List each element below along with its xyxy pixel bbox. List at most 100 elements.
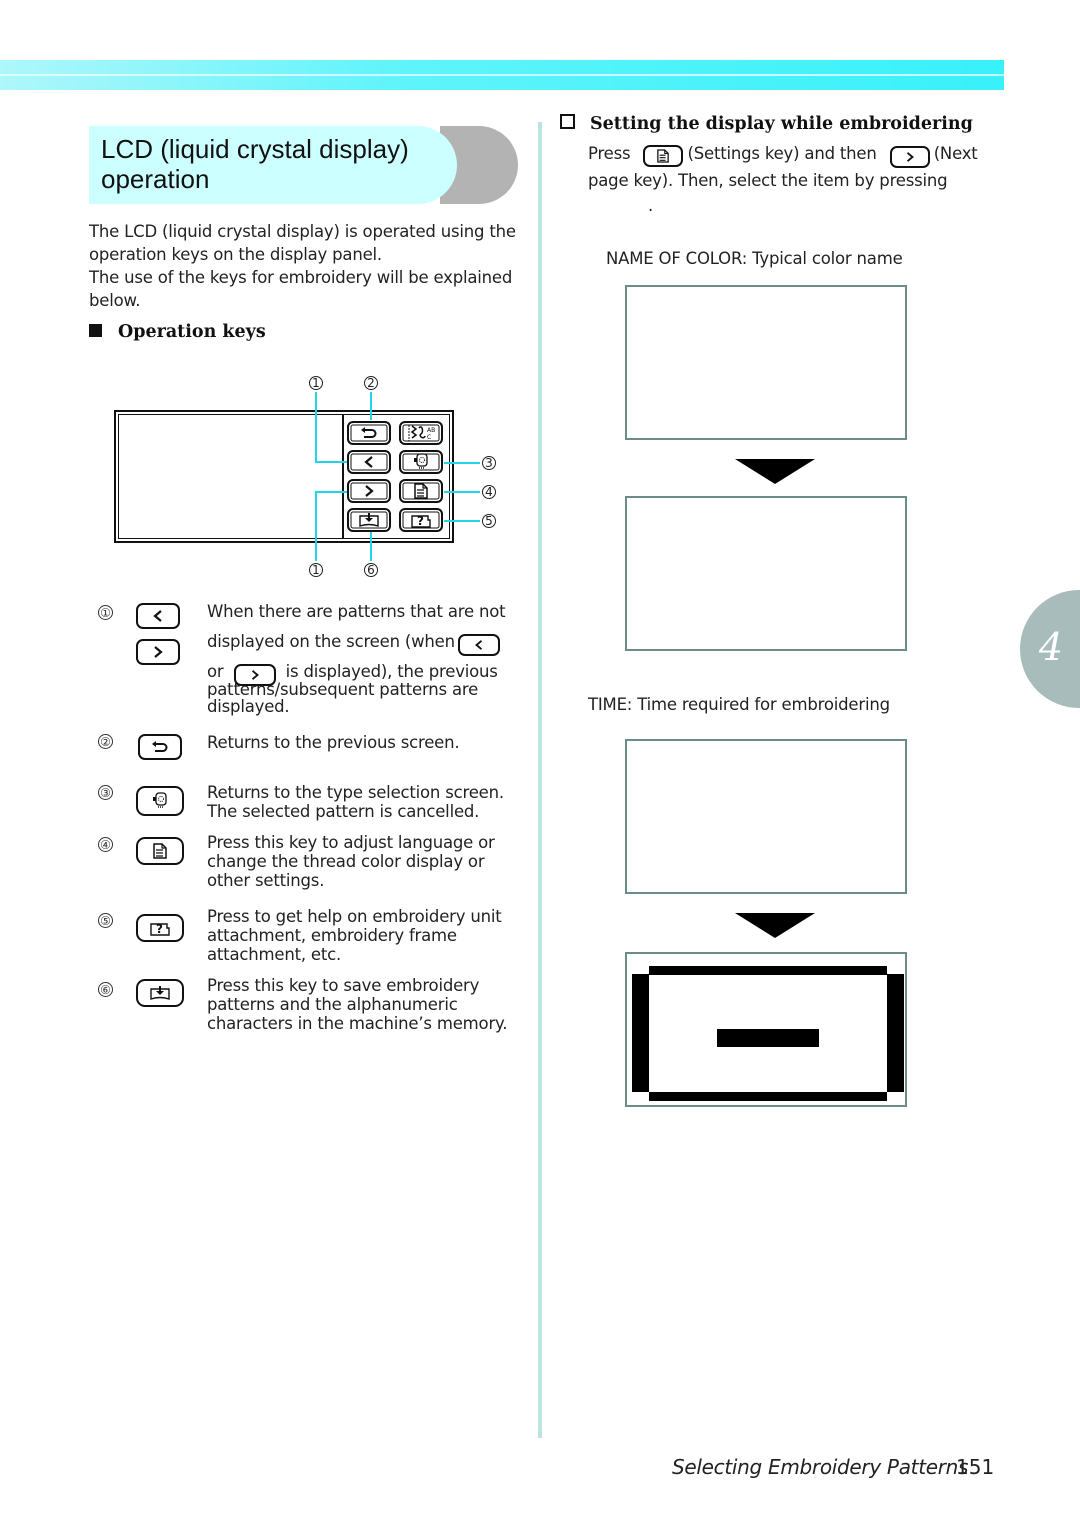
legend-description: Returns to the type selection screen. Th… bbox=[207, 783, 504, 821]
legend-line: other settings. bbox=[207, 871, 325, 890]
intro-line: The use of the keys for embroidery will … bbox=[89, 268, 513, 287]
legend-line: patterns and the alphanumeric bbox=[207, 995, 458, 1014]
filled-square-bullet-icon bbox=[89, 324, 102, 337]
legend-description: Returns to the previous screen. bbox=[207, 733, 460, 752]
callout-3: 3 bbox=[482, 456, 496, 470]
legend-line: Press this key to adjust language or bbox=[207, 833, 495, 852]
legend-help-key: ? bbox=[136, 914, 184, 942]
next-page-icon bbox=[154, 646, 163, 658]
callout-1-top: 1 bbox=[309, 376, 323, 390]
down-arrow-icon bbox=[735, 913, 815, 938]
legend-line: characters in the machine’s memory. bbox=[207, 1014, 508, 1033]
legend-number: ④ bbox=[98, 837, 113, 852]
callout-6: 6 bbox=[364, 563, 378, 577]
callout-line bbox=[370, 532, 372, 561]
time-caption: TIME: Time required for embroidering bbox=[588, 695, 890, 714]
section-title: LCD (liquid crystal display) operation bbox=[89, 126, 457, 204]
next-page-key[interactable] bbox=[347, 479, 391, 503]
svg-text:AB: AB bbox=[427, 427, 435, 434]
legend-line: The selected pattern is cancelled. bbox=[207, 802, 480, 821]
callout-2: 2 bbox=[364, 376, 378, 390]
legend-number: ③ bbox=[98, 785, 113, 800]
back-key[interactable] bbox=[347, 421, 391, 445]
intro-line: operation keys on the display panel. bbox=[89, 245, 382, 264]
callout-5: 5 bbox=[482, 514, 496, 528]
legend-line: patterns/subsequent patterns are bbox=[207, 680, 479, 699]
legend-line: Press to get help on embroidery unit bbox=[207, 907, 502, 926]
help-key[interactable]: ? bbox=[399, 508, 443, 532]
instruction-text: Press bbox=[588, 144, 631, 163]
embroidery-type-key[interactable] bbox=[399, 450, 443, 474]
instruction-text: (Next bbox=[933, 144, 978, 163]
lcd-screen-color-before bbox=[625, 285, 907, 440]
svg-text:?: ? bbox=[417, 514, 424, 528]
memory-key[interactable] bbox=[347, 508, 391, 532]
legend-memory-key bbox=[136, 979, 184, 1007]
help-icon: ? bbox=[150, 922, 170, 936]
callout-line bbox=[444, 491, 480, 493]
legend-settings-key bbox=[136, 837, 184, 865]
page-number: 151 bbox=[956, 1455, 995, 1479]
back-arrow-icon bbox=[152, 741, 168, 752]
display-setting-heading: Setting the display while embroidering bbox=[560, 114, 973, 134]
embroidery-type-icon bbox=[414, 453, 428, 469]
intro-line: The LCD (liquid crystal display) is oper… bbox=[89, 222, 516, 241]
column-divider bbox=[538, 122, 542, 1438]
stitch-type-key[interactable]: AB C bbox=[399, 421, 443, 445]
inline-previous-page-key bbox=[457, 634, 500, 656]
callout-line bbox=[444, 520, 480, 522]
frame-bar-left bbox=[632, 974, 649, 1092]
callout-1-bottom: 1 bbox=[309, 563, 323, 577]
previous-page-icon bbox=[153, 610, 162, 622]
stitch-type-icon: ABC bbox=[408, 425, 435, 441]
previous-page-icon bbox=[364, 456, 373, 468]
section-title-line1: LCD (liquid crystal display) bbox=[101, 134, 409, 164]
intro-line: below. bbox=[89, 291, 141, 310]
display-setting-heading-text: Setting the display while embroidering bbox=[590, 114, 973, 134]
legend-line: When there are patterns that are not bbox=[207, 602, 506, 621]
legend-line: or bbox=[207, 662, 224, 681]
footer-chapter-title: Selecting Embroidery Patterns bbox=[672, 1455, 969, 1479]
frame-bar-bottom bbox=[649, 1092, 887, 1101]
name-of-color-caption: NAME OF COLOR: Typical color name bbox=[606, 249, 903, 268]
callout-4: 4 bbox=[482, 485, 496, 499]
intro-paragraph: The LCD (liquid crystal display) is oper… bbox=[89, 220, 529, 312]
legend-line: is displayed), the previous bbox=[285, 662, 498, 681]
operation-keys-heading-text: Operation keys bbox=[118, 322, 266, 342]
legend-back-key bbox=[138, 734, 182, 760]
next-page-icon bbox=[906, 152, 914, 162]
legend-line: change the thread color display or bbox=[207, 852, 485, 871]
down-arrow-icon bbox=[735, 459, 815, 484]
next-page-icon bbox=[365, 485, 374, 497]
instruction-text: . bbox=[648, 196, 654, 215]
legend-line: displayed. bbox=[207, 697, 290, 716]
legend-line: displayed on the screen (when bbox=[207, 632, 455, 651]
embroidery-type-icon bbox=[153, 792, 167, 808]
lcd-screen-time-before bbox=[625, 739, 907, 894]
legend-description: When there are patterns that are not dis… bbox=[207, 602, 517, 716]
previous-page-key[interactable] bbox=[347, 450, 391, 474]
chapter-number: 4 bbox=[1038, 625, 1064, 669]
legend-description: Press this key to save embroidery patter… bbox=[207, 976, 507, 1033]
instruction-text: (Settings key) and then bbox=[687, 144, 877, 163]
settings-icon bbox=[153, 843, 167, 859]
inline-settings-key bbox=[643, 145, 684, 167]
legend-line: Returns to the type selection screen. bbox=[207, 783, 504, 802]
callout-line bbox=[444, 462, 480, 464]
legend-previous-page-key bbox=[136, 603, 180, 629]
legend-description: Press to get help on embroidery unit att… bbox=[207, 907, 502, 964]
callout-line bbox=[315, 392, 317, 462]
section-title-line2: operation bbox=[101, 164, 210, 194]
legend-line: attachment, etc. bbox=[207, 945, 342, 964]
center-bar bbox=[717, 1029, 819, 1047]
legend-number: ② bbox=[98, 734, 113, 749]
previous-page-icon bbox=[474, 640, 482, 650]
display-setting-instructions: Press (Settings key) and then (Next page… bbox=[588, 141, 988, 218]
settings-icon bbox=[657, 149, 670, 163]
save-memory-icon bbox=[359, 513, 379, 527]
settings-key[interactable] bbox=[399, 479, 443, 503]
settings-icon bbox=[414, 483, 428, 499]
legend-number: ① bbox=[98, 605, 113, 620]
panel-separator bbox=[342, 414, 344, 539]
legend-next-page-key bbox=[136, 639, 180, 665]
